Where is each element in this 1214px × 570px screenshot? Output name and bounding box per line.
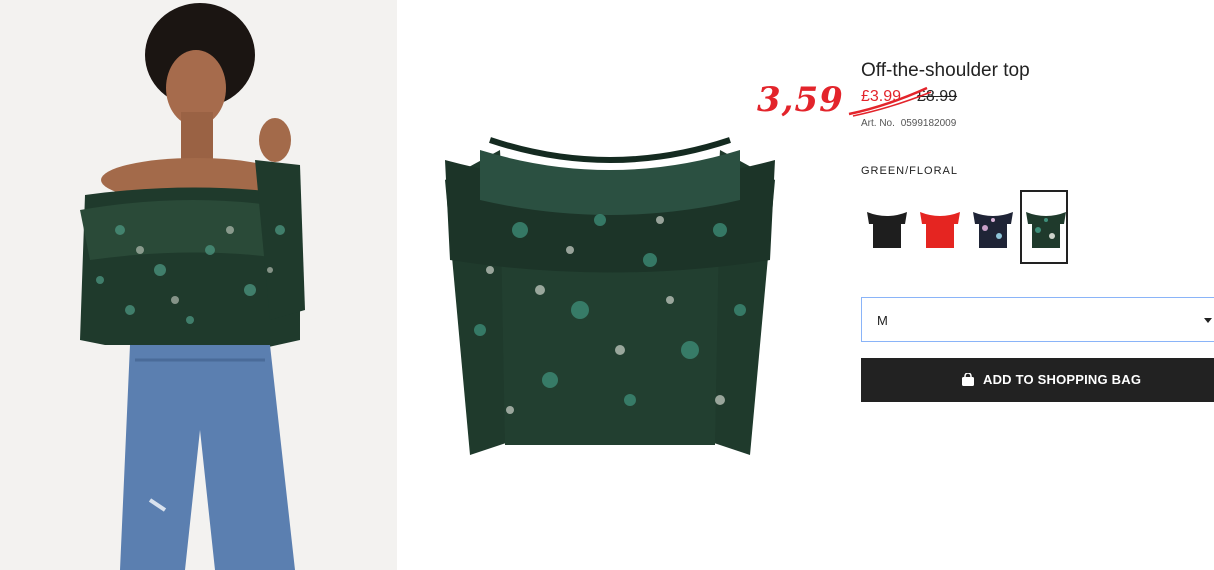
price-row: 3,59 £3.99 £8.99 xyxy=(757,80,1161,120)
add-to-bag-label: ADD TO SHOPPING BAG xyxy=(983,372,1142,387)
size-select[interactable]: M xyxy=(861,297,1214,342)
product-image[interactable] xyxy=(420,110,800,470)
promo-price: 3,59 xyxy=(757,80,844,120)
add-to-bag-button[interactable]: ADD TO SHOPPING BAG xyxy=(861,358,1214,402)
article-number: Art. No. 0599182009 xyxy=(861,118,956,129)
swatch-navy-floral-thumbnail xyxy=(973,212,1013,248)
swatch-black-thumbnail xyxy=(867,212,907,248)
sale-price: £3.99 xyxy=(861,88,902,105)
color-swatches xyxy=(861,190,1081,266)
swatch-red[interactable] xyxy=(914,190,962,264)
swatch-navy-floral[interactable] xyxy=(967,190,1015,264)
shopping-bag-icon xyxy=(962,373,974,386)
swatch-red-thumbnail xyxy=(920,212,960,248)
article-value: 0599182009 xyxy=(900,118,957,129)
chevron-down-icon xyxy=(1204,318,1212,323)
original-price: £8.99 xyxy=(917,88,958,105)
product-title: Off-the-shoulder top xyxy=(861,60,1030,81)
size-select-value: M xyxy=(877,313,888,328)
swatch-black[interactable] xyxy=(861,190,909,264)
swatch-green-floral[interactable] xyxy=(1020,190,1068,264)
article-label: Art. No. xyxy=(861,118,895,129)
color-name: GREEN/FLORAL xyxy=(861,165,958,177)
swatch-green-floral-thumbnail xyxy=(1026,212,1066,248)
model-photo xyxy=(0,0,397,570)
